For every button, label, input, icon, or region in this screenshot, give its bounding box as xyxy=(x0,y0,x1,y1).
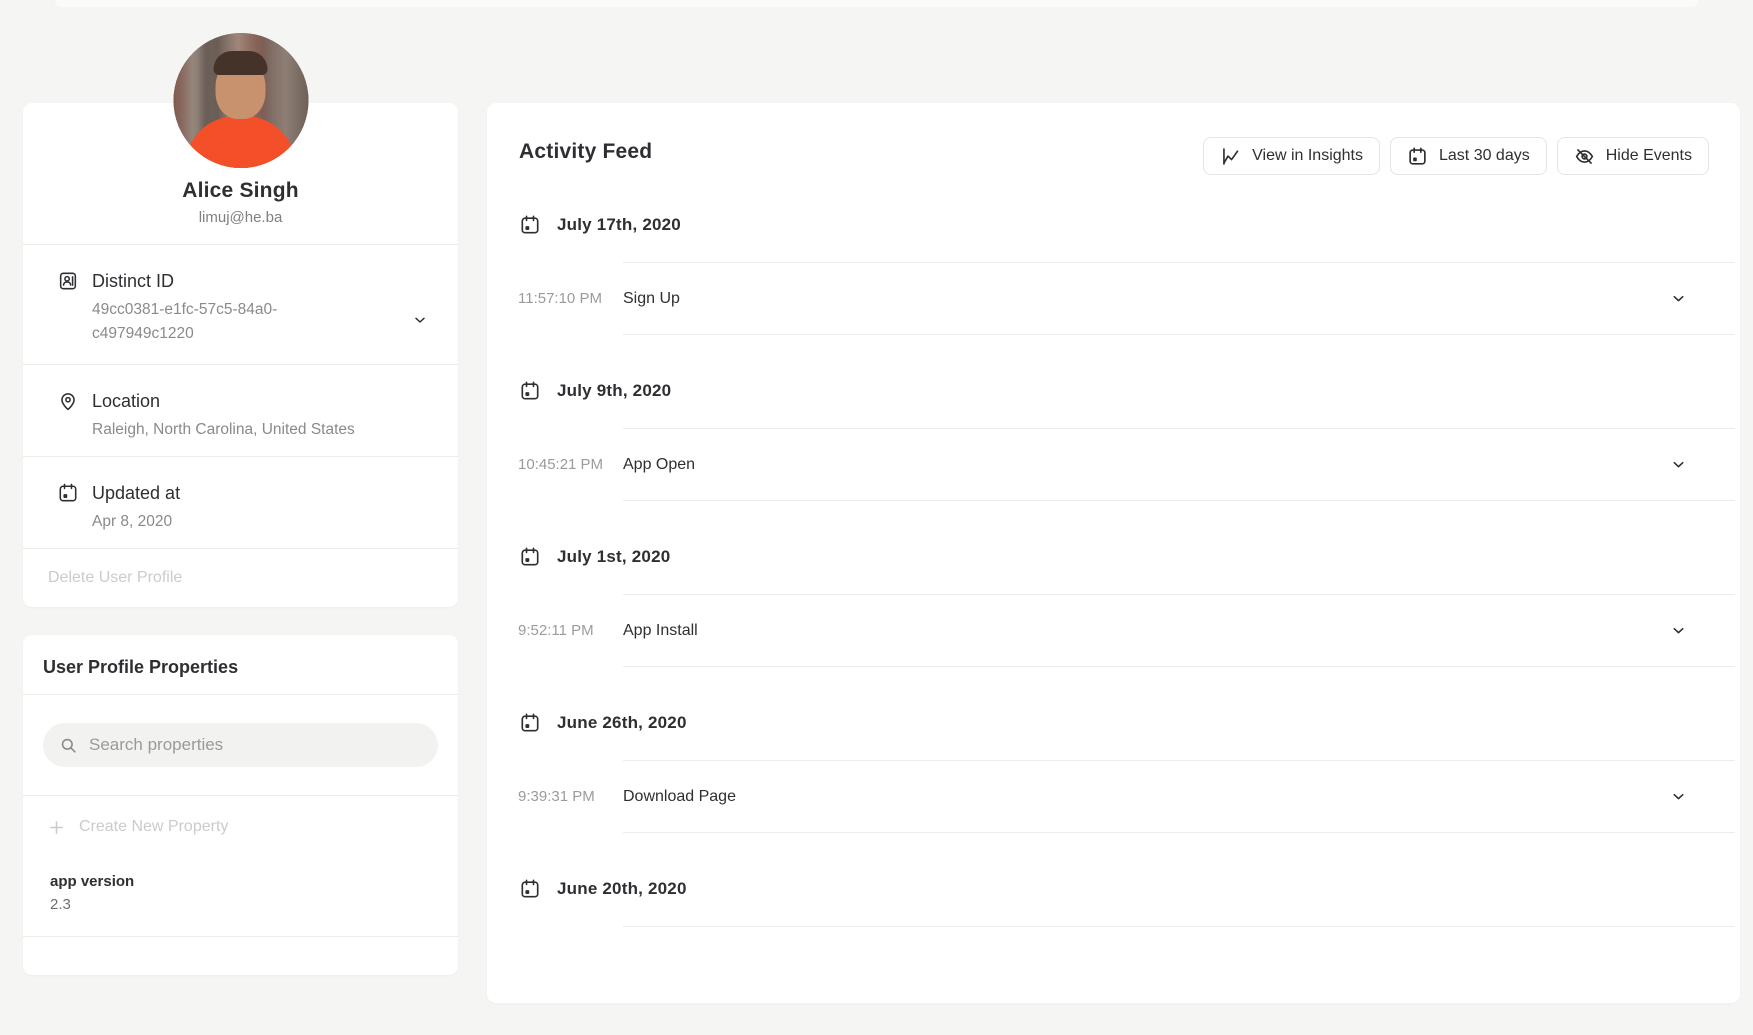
event-rows: 11:57:10 PM Sign Up xyxy=(487,262,1740,335)
properties-search-section xyxy=(23,695,458,796)
last-30-days-label: Last 30 days xyxy=(1439,147,1530,165)
distinct-id-content: Distinct ID 49cc0381-e1fc-57c5-84a0-c497… xyxy=(92,269,312,364)
event-name: Sign Up xyxy=(623,290,680,308)
property-item[interactable]: app version 2.3 xyxy=(23,860,458,937)
event-time: 10:45:21 PM xyxy=(518,456,623,473)
event-rows: 9:52:11 PM App Install xyxy=(487,594,1740,667)
updated-at-section: Updated at Apr 8, 2020 xyxy=(23,456,458,548)
feed-groups: July 17th, 2020 11:57:10 PM Sign Up xyxy=(487,203,1740,1035)
avatar-hair xyxy=(214,51,268,75)
event-expand-row[interactable]: Download Page xyxy=(623,760,1735,833)
user-email: limuj@he.ba xyxy=(47,209,434,226)
distinct-id-label: Distinct ID xyxy=(92,269,312,293)
feed-date-group: July 1st, 2020 9:52:11 PM App Install xyxy=(487,535,1740,667)
hide-events-button[interactable]: Hide Events xyxy=(1557,137,1709,175)
feed-date-header: June 26th, 2020 xyxy=(487,701,1740,745)
eye-off-icon xyxy=(1574,146,1595,167)
property-name: app version xyxy=(50,872,438,891)
delete-user-profile-button[interactable]: Delete User Profile xyxy=(23,548,458,607)
location-content: Location Raleigh, North Carolina, United… xyxy=(92,389,355,456)
activity-feed-title: Activity Feed xyxy=(519,140,652,164)
search-properties-input[interactable] xyxy=(43,723,438,767)
event-expand-row[interactable] xyxy=(623,926,1735,1001)
feed-date-label: July 17th, 2020 xyxy=(557,215,681,235)
calendar-icon xyxy=(1407,146,1428,167)
event-expand-row[interactable]: Sign Up xyxy=(623,262,1735,335)
location-section: Location Raleigh, North Carolina, United… xyxy=(23,364,458,456)
last-30-days-button[interactable]: Last 30 days xyxy=(1390,137,1547,175)
calendar-icon xyxy=(519,712,541,734)
location-value: Raleigh, North Carolina, United States xyxy=(92,418,355,442)
feed-date-label: June 26th, 2020 xyxy=(557,713,687,733)
feed-date-group: July 17th, 2020 11:57:10 PM Sign Up xyxy=(487,203,1740,335)
event-row: 9:52:11 PM App Install xyxy=(487,594,1740,667)
feed-date-header: July 1st, 2020 xyxy=(487,535,1740,579)
calendar-icon xyxy=(519,380,541,402)
top-edge-decoration xyxy=(55,0,1698,7)
event-name: App Open xyxy=(623,456,695,474)
event-expand-row[interactable]: App Open xyxy=(623,428,1735,501)
chevron-down-icon[interactable] xyxy=(1670,788,1687,805)
create-new-property-button[interactable]: Create New Property xyxy=(23,796,458,860)
properties-title: User Profile Properties xyxy=(23,635,458,695)
line-chart-icon xyxy=(1220,146,1241,167)
user-profile-card: Alice Singh limuj@he.ba Distinct ID 49cc… xyxy=(23,103,458,607)
activity-feed-card: Activity Feed View in Insights Last 30 xyxy=(487,103,1740,1003)
distinct-id-section: Distinct ID 49cc0381-e1fc-57c5-84a0-c497… xyxy=(23,244,458,364)
user-name: Alice Singh xyxy=(47,179,434,203)
user-profile-properties-card: User Profile Properties Create New Prope… xyxy=(23,635,458,975)
id-badge-icon xyxy=(57,269,79,364)
event-time: 9:39:31 PM xyxy=(518,788,623,805)
search-icon xyxy=(59,736,78,755)
view-in-insights-button[interactable]: View in Insights xyxy=(1203,137,1380,175)
property-value: 2.3 xyxy=(50,895,438,914)
event-row: 11:57:10 PM Sign Up xyxy=(487,262,1740,335)
event-time: 9:52:11 PM xyxy=(518,622,623,639)
event-rows xyxy=(487,926,1740,1001)
updated-at-label: Updated at xyxy=(92,481,180,505)
event-row xyxy=(487,926,1740,1001)
chevron-down-icon[interactable] xyxy=(1670,622,1687,639)
feed-date-header: June 20th, 2020 xyxy=(487,867,1740,911)
location-label: Location xyxy=(92,389,355,413)
avatar xyxy=(173,33,308,168)
calendar-icon xyxy=(519,214,541,236)
feed-date-group: July 9th, 2020 10:45:21 PM App Open xyxy=(487,369,1740,501)
create-new-property-label: Create New Property xyxy=(79,818,228,836)
updated-at-value: Apr 8, 2020 xyxy=(92,510,180,534)
event-time: 11:57:10 PM xyxy=(518,290,623,307)
location-pin-icon xyxy=(57,389,79,456)
plus-icon xyxy=(48,819,65,836)
event-rows: 9:39:31 PM Download Page xyxy=(487,760,1740,833)
feed-date-label: July 9th, 2020 xyxy=(557,381,671,401)
feed-date-group: June 20th, 2020 xyxy=(487,867,1740,1001)
distinct-id-value: 49cc0381-e1fc-57c5-84a0-c497949c1220 xyxy=(92,298,312,346)
chevron-down-icon[interactable] xyxy=(1670,290,1687,307)
hide-events-label: Hide Events xyxy=(1606,147,1692,165)
feed-date-group: June 26th, 2020 9:39:31 PM Download Page xyxy=(487,701,1740,833)
updated-at-content: Updated at Apr 8, 2020 xyxy=(92,481,180,548)
feed-actions: View in Insights Last 30 days xyxy=(1203,137,1709,175)
calendar-icon xyxy=(519,546,541,568)
feed-date-header: July 9th, 2020 xyxy=(487,369,1740,413)
calendar-icon xyxy=(519,878,541,900)
event-expand-row[interactable]: App Install xyxy=(623,594,1735,667)
feed-date-label: June 20th, 2020 xyxy=(557,879,687,899)
chevron-down-icon[interactable] xyxy=(1670,456,1687,473)
view-in-insights-label: View in Insights xyxy=(1252,147,1363,165)
event-row: 10:45:21 PM App Open xyxy=(487,428,1740,501)
event-name: App Install xyxy=(623,622,698,640)
chevron-down-icon[interactable] xyxy=(412,312,428,328)
event-rows: 10:45:21 PM App Open xyxy=(487,428,1740,501)
event-row: 9:39:31 PM Download Page xyxy=(487,760,1740,833)
feed-date-header: July 17th, 2020 xyxy=(487,203,1740,247)
calendar-icon xyxy=(57,481,79,548)
search-box xyxy=(43,723,438,767)
event-name: Download Page xyxy=(623,788,736,806)
feed-date-label: July 1st, 2020 xyxy=(557,547,670,567)
